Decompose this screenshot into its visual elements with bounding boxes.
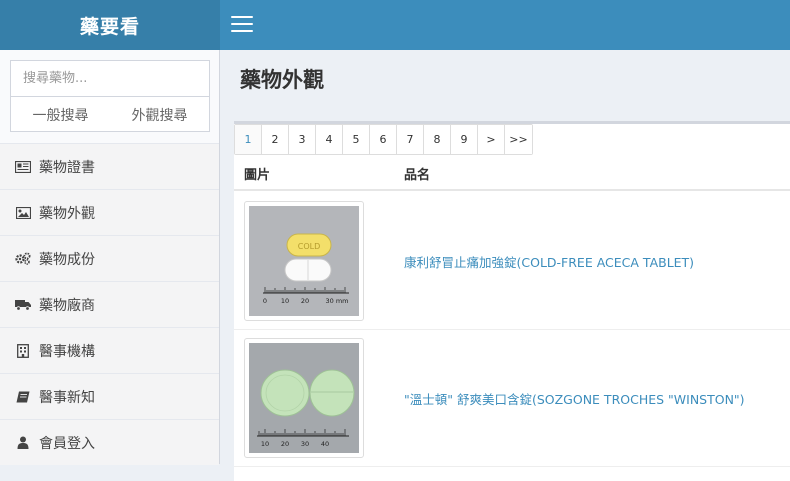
search-form: 一般搜尋 外觀搜尋 [10, 60, 210, 132]
sidebar-item-label: 會員登入 [39, 435, 95, 452]
page-link-2[interactable]: 2 [262, 125, 289, 154]
table-row: 10 20 30 40 "溫士頓" 舒爽美口含錠(SOZGONE TROCHES… [234, 330, 790, 467]
pagination: 1 2 3 4 5 6 7 8 9 > >> [234, 124, 533, 155]
search-input[interactable] [11, 61, 209, 97]
scale-label: 30 [301, 440, 309, 448]
appearance-search-button[interactable]: 外觀搜尋 [110, 98, 209, 132]
pill-imprint: COLD [298, 242, 321, 251]
sidebar-menu: 藥物證書 藥物外觀 藥物成份 藥物廠商 醫事機構 醫事新知 會員登入 [0, 143, 219, 465]
general-search-button[interactable]: 一般搜尋 [11, 98, 110, 132]
sidebar-item-label: 藥物外觀 [39, 205, 95, 222]
column-header-image: 圖片 [244, 168, 271, 183]
drug-photo[interactable]: COLD 0 10 20 30 mm [244, 201, 364, 321]
building-icon [15, 343, 31, 358]
scale-label: 10 [261, 440, 269, 448]
sidebar-item-label: 藥物廠商 [39, 297, 95, 314]
sidebar: 一般搜尋 外觀搜尋 藥物證書 藥物外觀 藥物成份 藥物廠商 [0, 50, 220, 465]
main-content: 藥物外觀 1 2 3 4 5 6 7 8 9 > >> 圖片 品名 COLD 0… [220, 50, 790, 481]
newspaper-icon [15, 160, 31, 174]
table-row: COLD 0 10 20 30 mm 康利舒冒止痛加強錠(COLD-FREE A [234, 193, 790, 330]
page-link-5[interactable]: 5 [343, 125, 370, 154]
scale-label: 10 [281, 297, 289, 305]
page-title: 藥物外觀 [240, 68, 324, 92]
scale-label: 20 [281, 440, 289, 448]
page-link-9[interactable]: 9 [451, 125, 478, 154]
menu-toggle-icon[interactable] [231, 16, 253, 34]
page-link-6[interactable]: 6 [370, 125, 397, 154]
table-header: 圖片 品名 [234, 153, 790, 191]
gears-icon [15, 252, 31, 266]
sidebar-item-label: 藥物成份 [39, 251, 95, 268]
scale-label: 40 [321, 440, 329, 448]
sidebar-item-label: 醫事機構 [39, 343, 95, 360]
column-header-name: 品名 [404, 168, 431, 183]
sidebar-item-label: 藥物證書 [39, 159, 95, 176]
sidebar-item-drug-ingredients[interactable]: 藥物成份 [0, 235, 219, 281]
user-icon [15, 436, 31, 450]
sidebar-item-medical-institutions[interactable]: 醫事機構 [0, 327, 219, 373]
page-link-3[interactable]: 3 [289, 125, 316, 154]
scale-label: 30 mm [325, 297, 348, 305]
page-link-1[interactable]: 1 [235, 125, 262, 154]
top-navbar: 藥要看 [0, 0, 790, 50]
drug-name-link[interactable]: "溫士頓" 舒爽美口含錠(SOZGONE TROCHES "WINSTON") [404, 389, 745, 408]
next-page-link[interactable]: > [478, 125, 505, 154]
drug-photo[interactable]: 10 20 30 40 [244, 338, 364, 458]
sidebar-item-drug-license[interactable]: 藥物證書 [0, 143, 219, 189]
page-link-4[interactable]: 4 [316, 125, 343, 154]
sidebar-item-label: 醫事新知 [39, 389, 95, 406]
sidebar-item-drug-appearance[interactable]: 藥物外觀 [0, 189, 219, 235]
results-box: 1 2 3 4 5 6 7 8 9 > >> 圖片 品名 COLD 0 10 2… [234, 121, 790, 481]
book-icon [15, 390, 31, 404]
page-link-7[interactable]: 7 [397, 125, 424, 154]
scale-label: 20 [301, 297, 309, 305]
sidebar-item-medical-news[interactable]: 醫事新知 [0, 373, 219, 419]
truck-icon [15, 298, 31, 312]
scale-label: 0 [263, 297, 267, 305]
image-icon [15, 206, 31, 220]
last-page-link[interactable]: >> [505, 125, 532, 154]
drug-name-link[interactable]: 康利舒冒止痛加強錠(COLD-FREE ACECA TABLET) [404, 252, 694, 271]
app-logo[interactable]: 藥要看 [0, 0, 220, 50]
page-link-8[interactable]: 8 [424, 125, 451, 154]
sidebar-item-member-login[interactable]: 會員登入 [0, 419, 219, 465]
sidebar-item-drug-manufacturers[interactable]: 藥物廠商 [0, 281, 219, 327]
